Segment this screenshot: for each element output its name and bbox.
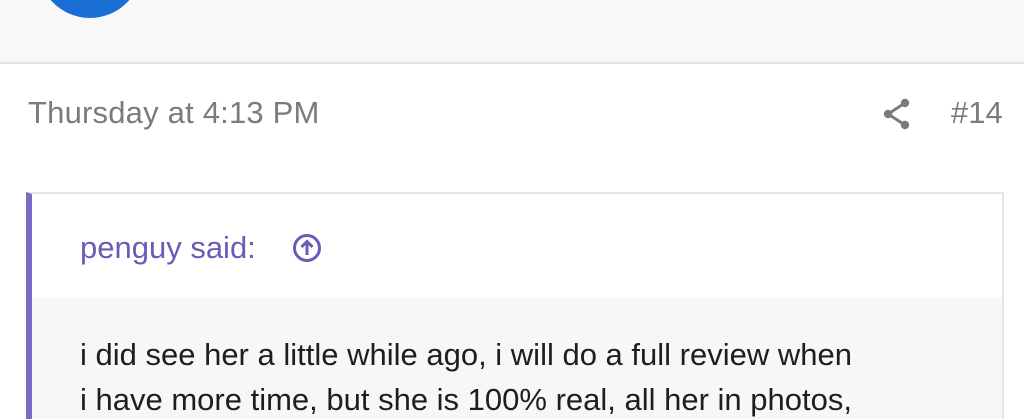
quote-author[interactable]: penguy said: — [80, 230, 256, 266]
quote-block: penguy said: i did see her a little whil… — [26, 192, 1004, 419]
post-date[interactable]: Thursday at 4:13 PM — [28, 95, 320, 131]
quote-line: i did see her a little while ago, i will… — [80, 337, 852, 372]
post-meta-bar: Thursday at 4:13 PM #14 — [0, 64, 1024, 168]
forum-post-page: Thursday at 4:13 PM #14 penguy said: i d… — [0, 0, 1024, 419]
post-number-link[interactable]: #14 — [951, 95, 1003, 131]
user-avatar[interactable] — [38, 0, 142, 18]
quote-line: i have more time, but she is 100% real, … — [80, 382, 852, 417]
quote-content: i did see her a little while ago, i will… — [32, 298, 1002, 419]
post-header-band — [0, 0, 1024, 64]
quote-header: penguy said: — [32, 194, 1002, 298]
share-icon[interactable] — [882, 97, 912, 131]
arrow-up-circle-icon[interactable] — [292, 233, 322, 263]
quote-text: i did see her a little while ago, i will… — [80, 332, 980, 419]
